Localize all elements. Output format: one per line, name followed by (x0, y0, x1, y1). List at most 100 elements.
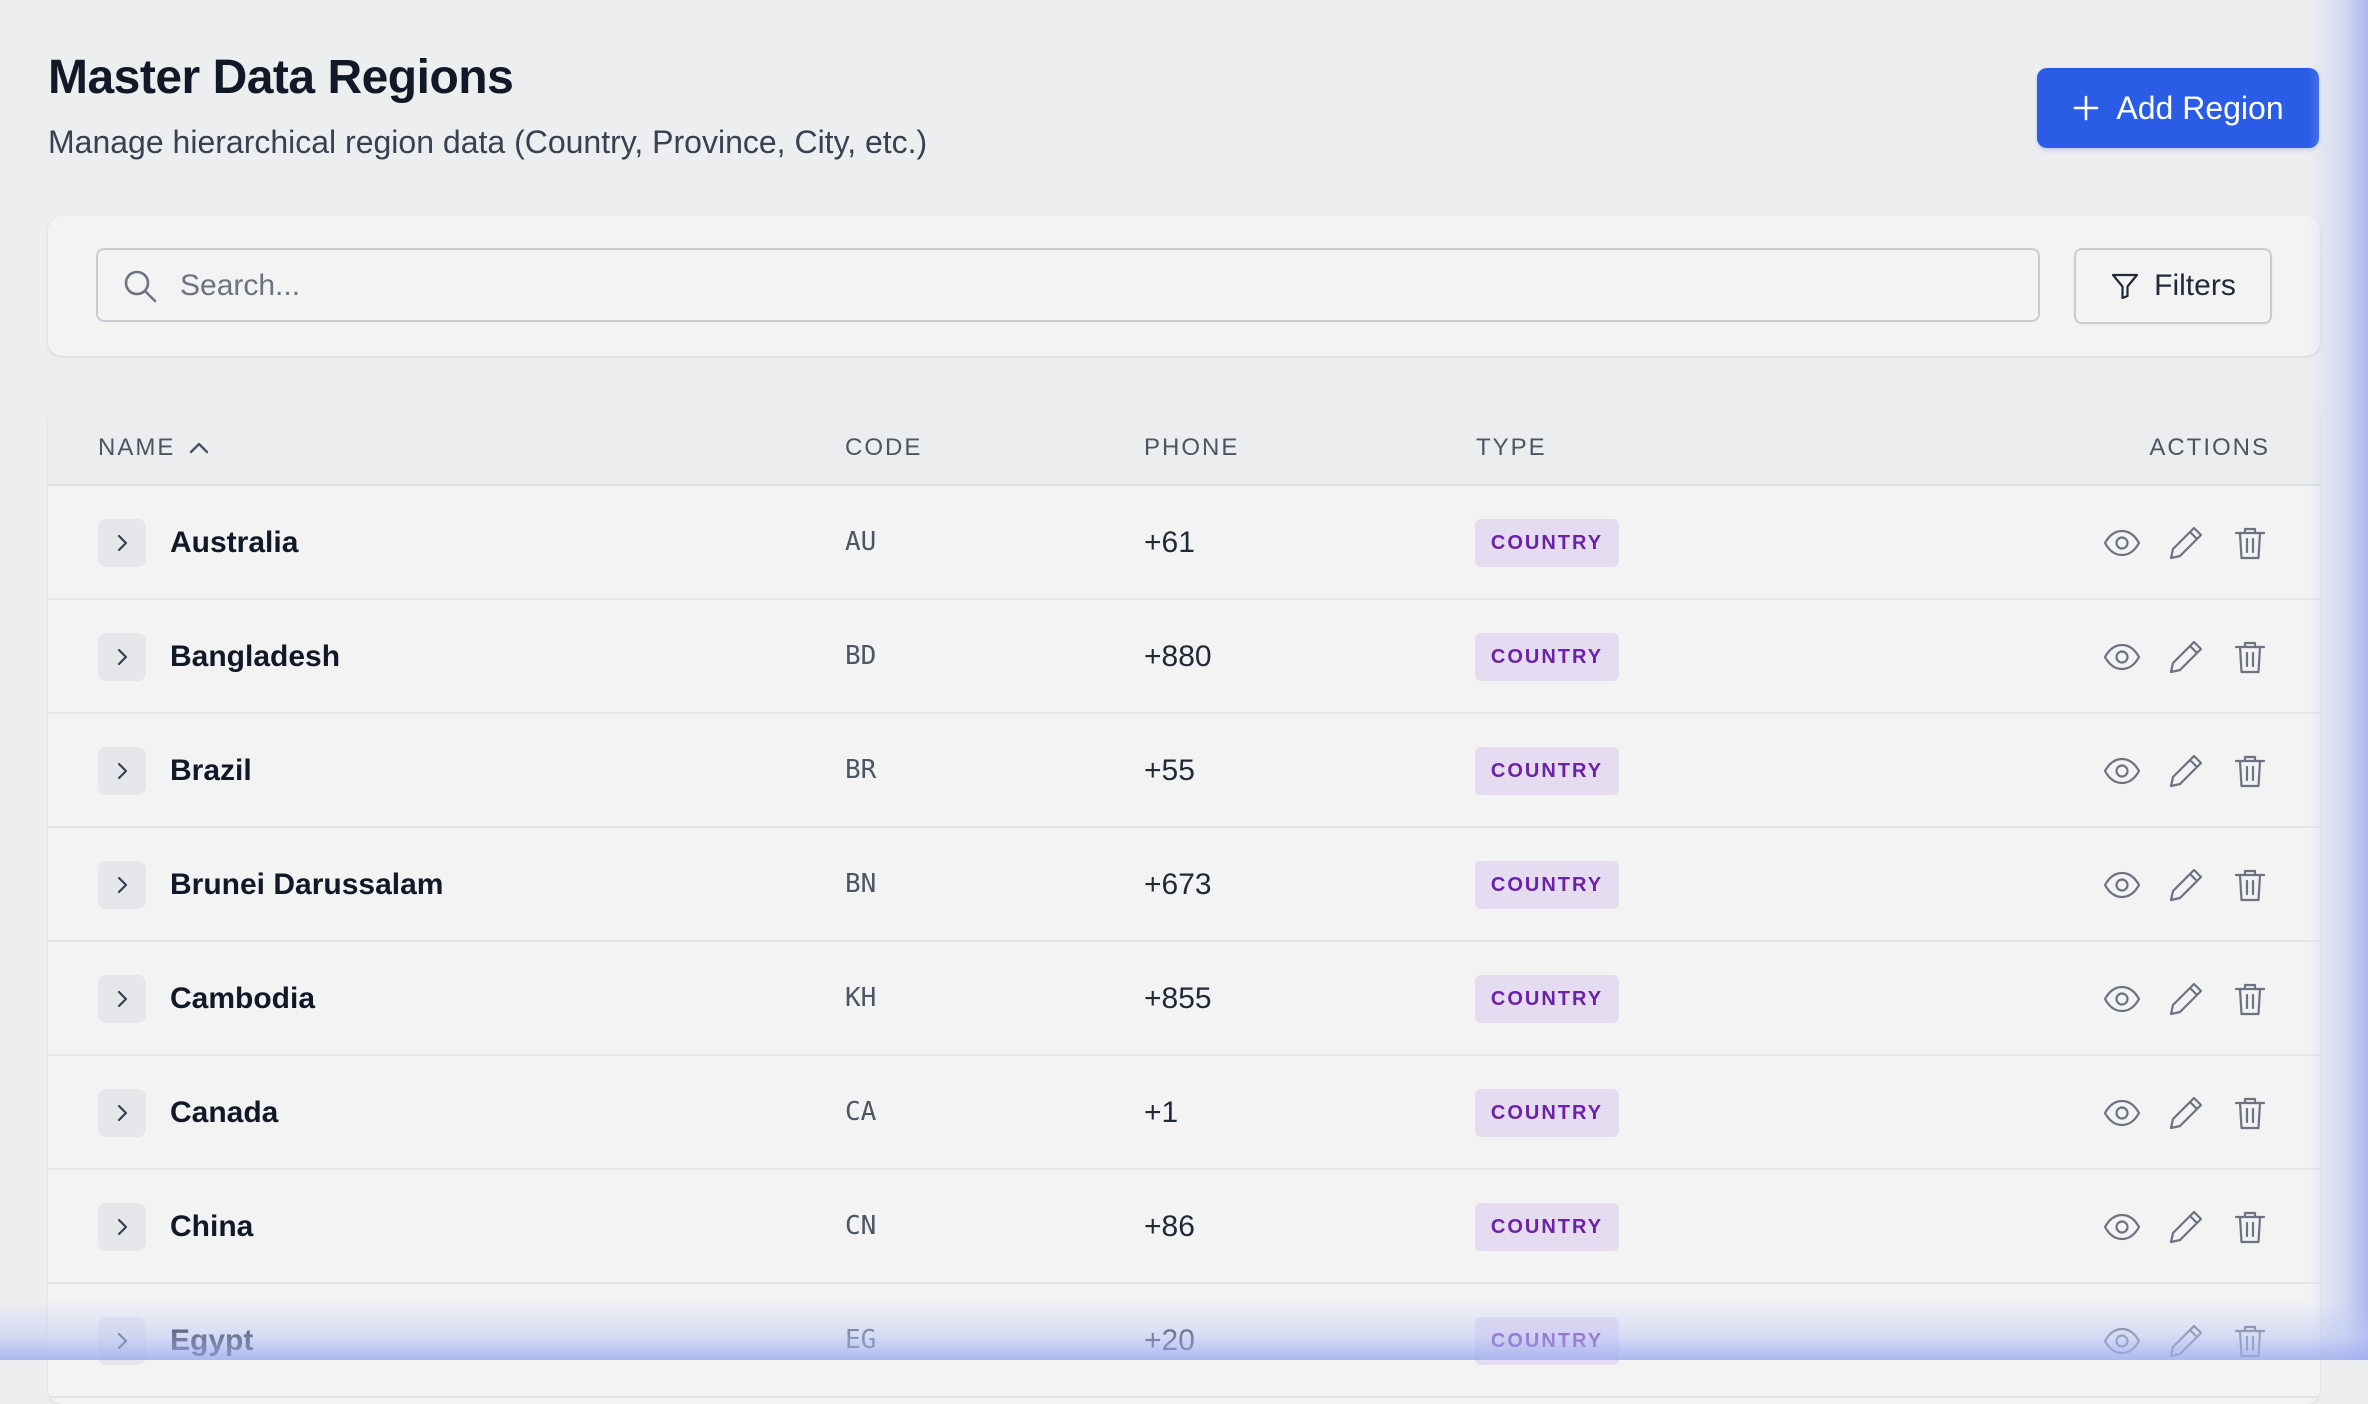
edit-button[interactable] (2166, 979, 2206, 1019)
delete-button[interactable] (2230, 1093, 2270, 1133)
type-badge: COUNTRY (1475, 1089, 1619, 1137)
region-phone: +1 (1144, 1096, 1179, 1129)
delete-button[interactable] (2230, 1207, 2270, 1247)
regions-table: NAME CODE PHONE TYPE ACTIONS Australia A… (48, 404, 2320, 1404)
region-code: CA (845, 1097, 877, 1127)
column-header-name[interactable]: NAME (98, 434, 211, 462)
table-row: China CN +86 COUNTRY (48, 1170, 2320, 1284)
type-badge: COUNTRY (1475, 861, 1619, 909)
type-badge: COUNTRY (1475, 519, 1619, 567)
table-row: Egypt EG +20 COUNTRY (48, 1284, 2320, 1398)
trash-icon (2234, 983, 2266, 1016)
edit-button[interactable] (2166, 637, 2206, 677)
delete-button[interactable] (2230, 637, 2270, 677)
expand-row-button[interactable] (98, 975, 146, 1023)
edit-button[interactable] (2166, 1321, 2206, 1361)
filters-button[interactable]: Filters (2074, 248, 2272, 324)
view-button[interactable] (2102, 865, 2142, 905)
expand-row-button[interactable] (98, 633, 146, 681)
view-button[interactable] (2102, 1093, 2142, 1133)
region-name: Brazil (170, 754, 252, 787)
filter-icon (2112, 273, 2139, 300)
edit-button[interactable] (2166, 1093, 2206, 1133)
pencil-icon (2169, 526, 2203, 560)
delete-button[interactable] (2230, 865, 2270, 905)
eye-icon (2103, 1099, 2141, 1127)
region-code: EG (845, 1325, 877, 1355)
region-code: AU (845, 527, 877, 557)
chevron-up-icon (190, 442, 209, 454)
view-button[interactable] (2102, 1207, 2142, 1247)
type-badge: COUNTRY (1475, 975, 1619, 1023)
view-button[interactable] (2102, 1321, 2142, 1361)
region-code: BN (845, 869, 877, 899)
region-name: Australia (170, 526, 299, 559)
table-row: Canada CA +1 COUNTRY (48, 1056, 2320, 1170)
expand-row-button[interactable] (98, 1089, 146, 1137)
pencil-icon (2169, 640, 2203, 674)
view-button[interactable] (2102, 523, 2142, 563)
view-button[interactable] (2102, 751, 2142, 791)
pencil-icon (2169, 754, 2203, 788)
view-button[interactable] (2102, 637, 2142, 677)
search-box (96, 248, 2040, 322)
search-card: Filters (48, 216, 2320, 356)
trash-icon (2234, 641, 2266, 674)
page-title: Master Data Regions (48, 51, 514, 104)
region-phone: +61 (1144, 526, 1195, 559)
eye-icon (2103, 529, 2141, 557)
delete-button[interactable] (2230, 979, 2270, 1019)
search-input[interactable] (178, 250, 2022, 322)
region-name: Brunei Darussalam (170, 868, 444, 901)
delete-button[interactable] (2230, 1321, 2270, 1361)
region-phone: +86 (1144, 1210, 1195, 1243)
trash-icon (2234, 1211, 2266, 1244)
chevron-right-icon (117, 534, 128, 552)
page: Master Data Regions Manage hierarchical … (0, 0, 2368, 1404)
view-button[interactable] (2102, 979, 2142, 1019)
chevron-right-icon (117, 1332, 128, 1350)
eye-icon (2103, 871, 2141, 899)
table-row: Cambodia KH +855 COUNTRY (48, 942, 2320, 1056)
expand-row-button[interactable] (98, 1317, 146, 1365)
column-header-actions: ACTIONS (2149, 434, 2270, 461)
column-header-code: CODE (845, 434, 923, 461)
filters-label: Filters (2154, 269, 2236, 302)
delete-button[interactable] (2230, 523, 2270, 563)
eye-icon (2103, 757, 2141, 785)
region-code: BD (845, 641, 877, 671)
expand-row-button[interactable] (98, 1203, 146, 1251)
page-subtitle: Manage hierarchical region data (Country… (48, 124, 928, 160)
column-header-type: TYPE (1476, 434, 1547, 461)
chevron-right-icon (117, 1104, 128, 1122)
region-name: Canada (170, 1096, 279, 1129)
table-row: Brunei Darussalam BN +673 COUNTRY (48, 828, 2320, 942)
region-code: BR (845, 755, 877, 785)
chevron-right-icon (117, 990, 128, 1008)
delete-button[interactable] (2230, 751, 2270, 791)
column-header-name-label: NAME (98, 434, 176, 461)
expand-row-button[interactable] (98, 861, 146, 909)
region-code: CN (845, 1211, 877, 1241)
type-badge: COUNTRY (1475, 633, 1619, 681)
region-name: Egypt (170, 1324, 254, 1357)
trash-icon (2234, 1097, 2266, 1130)
edit-button[interactable] (2166, 751, 2206, 791)
edit-button[interactable] (2166, 1207, 2206, 1247)
region-code: KH (845, 983, 877, 1013)
trash-icon (2234, 755, 2266, 788)
edit-button[interactable] (2166, 523, 2206, 563)
add-region-button[interactable]: Add Region (2037, 68, 2319, 148)
trash-icon (2234, 527, 2266, 560)
region-name: Bangladesh (170, 640, 341, 673)
region-name: China (170, 1210, 254, 1243)
expand-row-button[interactable] (98, 519, 146, 567)
chevron-right-icon (117, 648, 128, 666)
type-badge: COUNTRY (1475, 747, 1619, 795)
type-badge: COUNTRY (1475, 1317, 1619, 1365)
edit-button[interactable] (2166, 865, 2206, 905)
plus-icon (2074, 95, 2099, 121)
expand-row-button[interactable] (98, 747, 146, 795)
eye-icon (2103, 1213, 2141, 1241)
pencil-icon (2169, 982, 2203, 1016)
